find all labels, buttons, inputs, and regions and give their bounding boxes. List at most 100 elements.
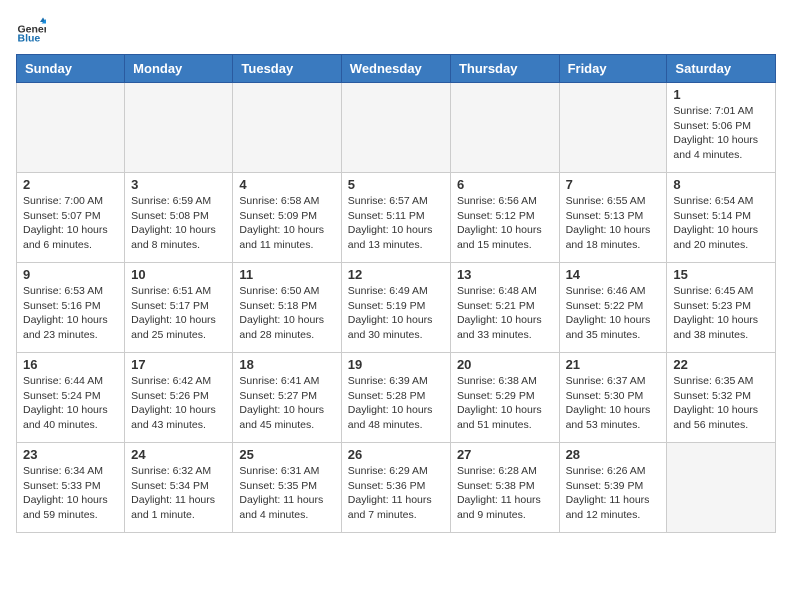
calendar-cell [233,83,341,173]
calendar-cell: 16 Sunrise: 6:44 AM Sunset: 5:24 PM Dayli… [17,353,125,443]
calendar-cell: 13 Sunrise: 6:48 AM Sunset: 5:21 PM Dayli… [450,263,559,353]
calendar-cell: 4Sunrise: 6:58 AM Sunset: 5:09 PM Daylig… [233,173,341,263]
day-number: 27 [457,447,553,462]
calendar-cell: 3 Sunrise: 6:59 AM Sunset: 5:08 PM Daylig… [125,173,233,263]
weekday-header-saturday: Saturday [667,55,776,83]
day-number: 22 [673,357,769,372]
day-number: 3 [131,177,226,192]
calendar-cell: 5 Sunrise: 6:57 AM Sunset: 5:11 PM Daylig… [341,173,450,263]
calendar-header-row: SundayMondayTuesdayWednesdayThursdayFrid… [17,55,776,83]
day-number: 15 [673,267,769,282]
day-number: 5 [348,177,444,192]
day-info: Sunrise: 6:56 AM Sunset: 5:12 PM Dayligh… [457,194,553,253]
day-info: Sunrise: 6:48 AM Sunset: 5:21 PM Dayligh… [457,284,553,343]
day-info: Sunrise: 6:41 AM Sunset: 5:27 PM Dayligh… [239,374,334,433]
week-row-0: 1 Sunrise: 7:01 AM Sunset: 5:06 PM Daylig… [17,83,776,173]
calendar-cell: 28 Sunrise: 6:26 AM Sunset: 5:39 PM Dayli… [559,443,667,533]
day-number: 19 [348,357,444,372]
day-info: Sunrise: 6:44 AM Sunset: 5:24 PM Dayligh… [23,374,118,433]
day-info: Sunrise: 6:59 AM Sunset: 5:08 PM Dayligh… [131,194,226,253]
day-number: 13 [457,267,553,282]
day-info: Sunrise: 6:55 AM Sunset: 5:13 PM Dayligh… [566,194,661,253]
day-number: 28 [566,447,661,462]
calendar-cell: 24 Sunrise: 6:32 AM Sunset: 5:34 PM Dayli… [125,443,233,533]
calendar-cell: 18 Sunrise: 6:41 AM Sunset: 5:27 PM Dayli… [233,353,341,443]
calendar-cell [559,83,667,173]
day-info: Sunrise: 6:42 AM Sunset: 5:26 PM Dayligh… [131,374,226,433]
day-number: 21 [566,357,661,372]
calendar-cell: 9 Sunrise: 6:53 AM Sunset: 5:16 PM Daylig… [17,263,125,353]
calendar-cell [125,83,233,173]
calendar-cell: 2 Sunrise: 7:00 AM Sunset: 5:07 PM Daylig… [17,173,125,263]
day-info: Sunrise: 6:50 AM Sunset: 5:18 PM Dayligh… [239,284,334,343]
day-number: 6 [457,177,553,192]
day-info: Sunrise: 6:57 AM Sunset: 5:11 PM Dayligh… [348,194,444,253]
day-number: 26 [348,447,444,462]
day-info: Sunrise: 6:26 AM Sunset: 5:39 PM Dayligh… [566,464,661,523]
header: General Blue [16,16,776,46]
calendar-cell: 21 Sunrise: 6:37 AM Sunset: 5:30 PM Dayli… [559,353,667,443]
day-info: Sunrise: 6:28 AM Sunset: 5:38 PM Dayligh… [457,464,553,523]
day-info: Sunrise: 6:45 AM Sunset: 5:23 PM Dayligh… [673,284,769,343]
day-info: Sunrise: 6:38 AM Sunset: 5:29 PM Dayligh… [457,374,553,433]
day-number: 12 [348,267,444,282]
day-info: Sunrise: 6:53 AM Sunset: 5:16 PM Dayligh… [23,284,118,343]
day-number: 14 [566,267,661,282]
calendar-cell [450,83,559,173]
day-info: Sunrise: 7:01 AM Sunset: 5:06 PM Dayligh… [673,104,769,163]
calendar-cell [667,443,776,533]
weekday-header-monday: Monday [125,55,233,83]
week-row-2: 9 Sunrise: 6:53 AM Sunset: 5:16 PM Daylig… [17,263,776,353]
day-number: 16 [23,357,118,372]
calendar-cell: 25 Sunrise: 6:31 AM Sunset: 5:35 PM Dayli… [233,443,341,533]
week-row-3: 16 Sunrise: 6:44 AM Sunset: 5:24 PM Dayli… [17,353,776,443]
calendar-cell [341,83,450,173]
calendar-cell [17,83,125,173]
calendar-table: SundayMondayTuesdayWednesdayThursdayFrid… [16,54,776,533]
weekday-header-sunday: Sunday [17,55,125,83]
weekday-header-friday: Friday [559,55,667,83]
calendar-cell: 8 Sunrise: 6:54 AM Sunset: 5:14 PM Daylig… [667,173,776,263]
calendar-cell: 27 Sunrise: 6:28 AM Sunset: 5:38 PM Dayli… [450,443,559,533]
svg-text:Blue: Blue [18,33,41,45]
day-number: 1 [673,87,769,102]
weekday-header-thursday: Thursday [450,55,559,83]
calendar-cell: 1 Sunrise: 7:01 AM Sunset: 5:06 PM Daylig… [667,83,776,173]
calendar-cell: 6 Sunrise: 6:56 AM Sunset: 5:12 PM Daylig… [450,173,559,263]
calendar-cell: 12 Sunrise: 6:49 AM Sunset: 5:19 PM Dayli… [341,263,450,353]
day-info: Sunrise: 7:00 AM Sunset: 5:07 PM Dayligh… [23,194,118,253]
logo: General Blue [16,16,46,46]
day-number: 9 [23,267,118,282]
week-row-4: 23Sunrise: 6:34 AM Sunset: 5:33 PM Dayli… [17,443,776,533]
calendar-cell: 14 Sunrise: 6:46 AM Sunset: 5:22 PM Dayli… [559,263,667,353]
week-row-1: 2 Sunrise: 7:00 AM Sunset: 5:07 PM Daylig… [17,173,776,263]
day-number: 18 [239,357,334,372]
calendar-cell: 20 Sunrise: 6:38 AM Sunset: 5:29 PM Dayli… [450,353,559,443]
day-number: 25 [239,447,334,462]
weekday-header-wednesday: Wednesday [341,55,450,83]
day-number: 7 [566,177,661,192]
calendar-cell: 11 Sunrise: 6:50 AM Sunset: 5:18 PM Dayli… [233,263,341,353]
day-info: Sunrise: 6:46 AM Sunset: 5:22 PM Dayligh… [566,284,661,343]
day-info: Sunrise: 6:49 AM Sunset: 5:19 PM Dayligh… [348,284,444,343]
day-number: 11 [239,267,334,282]
day-number: 23 [23,447,118,462]
weekday-header-tuesday: Tuesday [233,55,341,83]
day-info: Sunrise: 6:35 AM Sunset: 5:32 PM Dayligh… [673,374,769,433]
day-number: 20 [457,357,553,372]
day-info: Sunrise: 6:39 AM Sunset: 5:28 PM Dayligh… [348,374,444,433]
day-info: Sunrise: 6:51 AM Sunset: 5:17 PM Dayligh… [131,284,226,343]
day-info: Sunrise: 6:31 AM Sunset: 5:35 PM Dayligh… [239,464,334,523]
day-number: 24 [131,447,226,462]
day-info: Sunrise: 6:29 AM Sunset: 5:36 PM Dayligh… [348,464,444,523]
day-number: 8 [673,177,769,192]
calendar-cell: 10Sunrise: 6:51 AM Sunset: 5:17 PM Dayli… [125,263,233,353]
day-info: Sunrise: 6:32 AM Sunset: 5:34 PM Dayligh… [131,464,226,523]
day-number: 2 [23,177,118,192]
logo-icon: General Blue [16,16,46,46]
day-info: Sunrise: 6:37 AM Sunset: 5:30 PM Dayligh… [566,374,661,433]
day-info: Sunrise: 6:54 AM Sunset: 5:14 PM Dayligh… [673,194,769,253]
calendar-cell: 19 Sunrise: 6:39 AM Sunset: 5:28 PM Dayli… [341,353,450,443]
calendar-cell: 15 Sunrise: 6:45 AM Sunset: 5:23 PM Dayli… [667,263,776,353]
calendar-cell: 23Sunrise: 6:34 AM Sunset: 5:33 PM Dayli… [17,443,125,533]
